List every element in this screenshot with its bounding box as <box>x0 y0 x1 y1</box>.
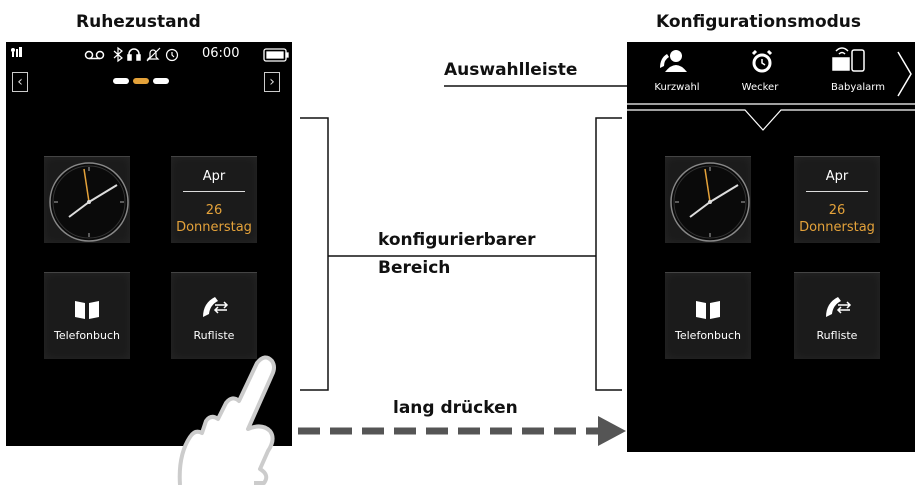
finger-icon <box>177 355 276 485</box>
right-bracket <box>595 117 622 391</box>
left-bracket <box>300 117 329 391</box>
long-press-arrow-head <box>598 416 626 446</box>
label-long-press: lang drücken <box>393 398 518 418</box>
label-configurable-line1: konfigurierbarer <box>378 230 536 250</box>
label-configurable-line2: Bereich <box>378 258 451 278</box>
label-selection-bar: Auswahlleiste <box>444 60 578 80</box>
